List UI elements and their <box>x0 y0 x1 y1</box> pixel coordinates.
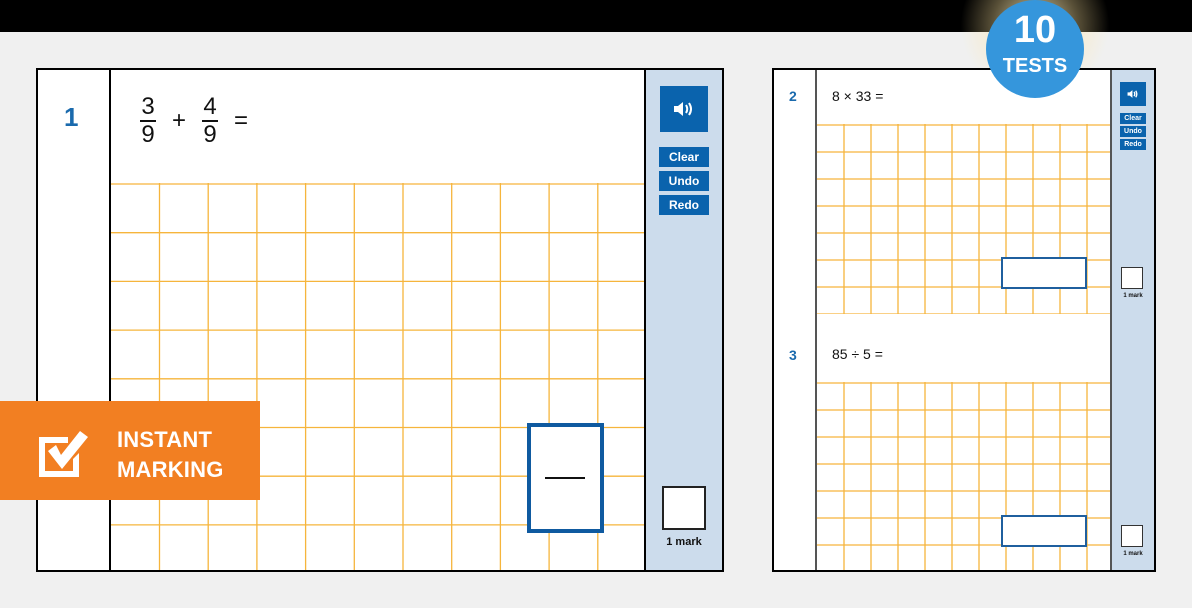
denominator: 9 <box>141 121 155 148</box>
instant-marking-text: INSTANT MARKING <box>117 425 224 485</box>
clear-button[interactable]: Clear <box>659 147 709 167</box>
mark-checkbox[interactable] <box>1121 267 1143 289</box>
mark-label: 1 mark <box>666 536 702 548</box>
audio-button[interactable] <box>660 86 708 132</box>
question-sidebar: Clear Undo Redo 1 mark <box>644 70 722 570</box>
question-number: 1 <box>64 102 79 132</box>
badge-line-2: MARKING <box>117 457 224 482</box>
equals-sign: = <box>234 107 249 134</box>
fraction-answer-input[interactable] <box>527 423 604 533</box>
question-number: 2 <box>789 88 797 104</box>
mark-label: 1 mark <box>1123 293 1143 299</box>
speaker-icon <box>1127 90 1138 98</box>
mark-checkbox[interactable] <box>1121 525 1143 547</box>
redo-button[interactable]: Redo <box>659 195 709 215</box>
tests-label: TESTS <box>1002 55 1068 77</box>
question-number-column: 2 3 <box>774 70 817 570</box>
fraction-b: 4 9 <box>202 93 219 148</box>
badge-line-1: INSTANT <box>117 427 213 452</box>
denominator: 9 <box>203 121 217 148</box>
tests-count: 10 <box>1013 9 1057 51</box>
redo-button[interactable]: Redo <box>1120 139 1146 150</box>
clear-button[interactable]: Clear <box>1120 113 1146 124</box>
question-text: 85 ÷ 5 = <box>832 346 883 362</box>
undo-button[interactable]: Undo <box>659 171 709 191</box>
mark-label: 1 mark <box>1123 551 1143 557</box>
question-number: 3 <box>789 347 797 363</box>
fraction-bar <box>545 477 585 479</box>
instant-marking-badge: INSTANT MARKING <box>0 401 260 500</box>
question-sidebar: Clear Undo Redo 1 mark 1 mark <box>1110 70 1154 570</box>
numerator: 3 <box>141 93 155 120</box>
tests-count-badge: 10 TESTS <box>986 0 1084 98</box>
checkbox-check-icon <box>39 431 88 477</box>
question-text: 8 × 33 = <box>832 88 884 104</box>
mark-checkbox[interactable] <box>662 486 706 530</box>
undo-button[interactable]: Undo <box>1120 126 1146 137</box>
numerator: 4 <box>203 93 217 120</box>
question-text: 3 9 + 4 9 = <box>138 95 262 147</box>
answer-input[interactable] <box>1001 515 1087 547</box>
operator: + <box>172 107 187 134</box>
answer-input[interactable] <box>1001 257 1087 289</box>
audio-button[interactable] <box>1120 82 1146 106</box>
speaker-icon <box>674 102 692 116</box>
question-panel-2: 2 3 8 × 33 = 85 ÷ 5 = Clear Undo Redo 1 … <box>772 68 1156 572</box>
fraction-a: 3 9 <box>140 95 156 147</box>
